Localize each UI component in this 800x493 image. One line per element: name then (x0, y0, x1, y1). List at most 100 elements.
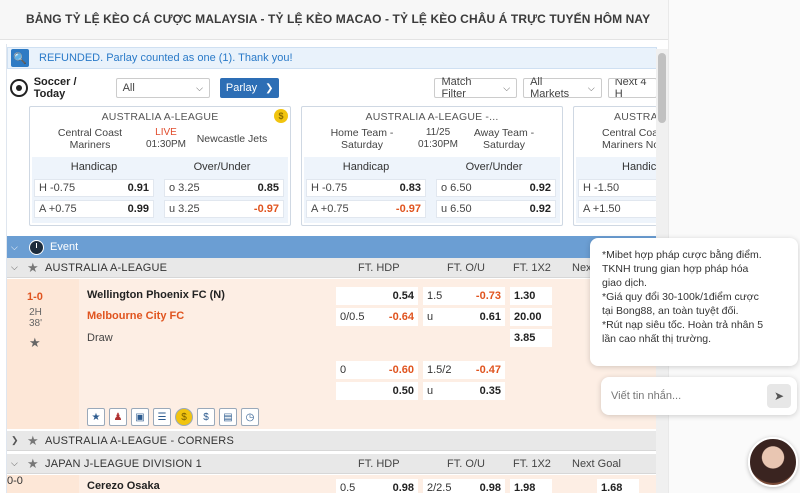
line: u (427, 311, 434, 323)
odds-cell[interactable]: 1.30 (510, 287, 552, 305)
card-odds: Handicap Over/Under H -0.75 0.83 A +0.75 -… (304, 157, 560, 223)
line: A +0.75 (39, 203, 77, 215)
league-row[interactable]: ⌵ ★ AUSTRALIA A-LEAGUE FT. HDP FT. O/U F… (7, 258, 657, 278)
odds-cell[interactable]: u 0.35 (423, 382, 505, 400)
event-bar[interactable]: ⌵ Event (7, 236, 657, 258)
chevron-right-icon: ❯ (11, 435, 19, 445)
home-team: Wellington Phoenix FC (N) (87, 289, 225, 301)
odds-cell[interactable]: A +1.50 (578, 200, 657, 218)
match-info: 1-0 2H 38' ★ (7, 279, 79, 429)
odds: 0.83 (399, 182, 421, 194)
odds-cell[interactable]: 1.5 -0.73 (423, 287, 505, 305)
list-icon[interactable]: ☰ (153, 408, 171, 426)
coin-icon[interactable]: $ (175, 408, 193, 426)
time-range-dropdown[interactable]: Next 4 H (607, 78, 657, 98)
league-name: JAPAN J-LEAGUE DIVISION 1 (45, 457, 203, 470)
avatar[interactable] (748, 437, 798, 487)
match-info: 0-0 (7, 475, 79, 493)
match-filter-label: Match Filter (441, 76, 472, 100)
match-minute: 38' (29, 318, 43, 329)
line: u (427, 385, 434, 397)
odds-cell[interactable]: H -0.75 0.83 (306, 179, 426, 197)
favorite-star-icon[interactable]: ★ (87, 408, 105, 426)
odds-cell[interactable]: u 0.61 (423, 308, 505, 326)
line: 1.5/2 (427, 364, 452, 376)
odds-cell[interactable]: o 3.25 0.85 (164, 179, 284, 197)
line: H -1.50 (583, 182, 620, 194)
league-row[interactable]: ❯ ★ AUSTRALIA A-LEAGUE - CORNERS (7, 431, 657, 451)
odds-cell[interactable]: 0 -0.60 (336, 361, 418, 379)
odds-cell[interactable]: 2/2.5 0.98 (423, 479, 505, 493)
odds-cell[interactable]: H -0.75 0.91 (34, 179, 154, 197)
star-icon[interactable]: ★ (27, 456, 41, 472)
featured-matches: AUSTRALIA A-LEAGUE $ Central Coast Marin… (29, 106, 657, 226)
info-icon: 🔍 (11, 49, 29, 67)
time-range-label: Next 4 H (614, 78, 647, 98)
chat-line: lần cao nhất thị trường. (602, 333, 712, 345)
odds-cell[interactable]: 0/0.5 -0.64 (336, 308, 418, 326)
chat-input[interactable]: Viết tin nhắn... ➤ (601, 377, 797, 415)
player-icon[interactable]: ♟ (109, 408, 127, 426)
line: o 3.25 (169, 182, 200, 194)
card-live-label: LIVE (155, 127, 177, 138)
odds: -0.73 (475, 290, 501, 302)
odds-cell[interactable]: 0.5 0.98 (336, 479, 418, 493)
odds-cell[interactable]: 1.5/2 -0.47 (423, 361, 505, 379)
odds-cell[interactable]: A +0.75 -0.97 (306, 200, 426, 218)
toolbar: Soccer / Today All ⌵ Parlay ❯ Match Filt… (7, 76, 657, 100)
match-row: 1-0 2H 38' ★ Wellington Phoenix FC (N) M… (7, 279, 657, 429)
odds: 0.50 (392, 385, 414, 397)
odds-cell[interactable]: 1.68 (597, 479, 639, 493)
odds-cell[interactable]: o 6.50 0.92 (436, 179, 556, 197)
draw-label: Draw (87, 332, 113, 344)
star-icon[interactable]: ★ (27, 260, 41, 276)
league-row[interactable]: ⌵ ★ JAPAN J-LEAGUE DIVISION 1 FT. HDP FT… (7, 454, 657, 474)
odds: 20.00 (514, 311, 542, 323)
clock-icon[interactable]: ◷ (241, 408, 259, 426)
card-odds: Handicap Over/Under H -0.75 0.91 A +0.75 0… (32, 157, 288, 223)
star-icon[interactable]: ★ (27, 433, 41, 449)
odds-cell[interactable]: 1.98 (510, 479, 552, 493)
all-markets-dropdown[interactable]: All Markets ⌵ (523, 76, 602, 100)
star-icon[interactable]: ★ (29, 335, 41, 351)
ft-ou-header: FT. O/U (447, 261, 485, 274)
all-dropdown[interactable]: All ⌵ (115, 78, 210, 98)
line: 2/2.5 (427, 482, 452, 493)
scrollbar-thumb[interactable] (658, 53, 666, 123)
coin-icon[interactable]: $ (274, 109, 288, 123)
card-status: 11/25 01:30PM (408, 127, 468, 151)
league-name: AUSTRALIA A-LEAGUE (45, 261, 168, 274)
card-time: 01:30PM (417, 139, 459, 150)
parlay-button[interactable]: Parlay ❯ (219, 78, 280, 98)
odds-cell[interactable]: u 3.25 -0.97 (164, 200, 284, 218)
odds: -0.64 (388, 311, 414, 323)
odds-cell[interactable]: u 6.50 0.92 (436, 200, 556, 218)
page-title: BẢNG TỶ LỆ KÈO CÁ CƯỢC MALAYSIA - TỶ LỆ … (0, 0, 668, 40)
odds-cell[interactable]: 0.50 (336, 382, 418, 400)
odds-cell[interactable]: 20.00 (510, 308, 552, 326)
odds-cell[interactable]: 3.85 (510, 329, 552, 347)
chat-line: *Mibet hợp pháp cược bằng điểm. (602, 249, 762, 261)
odds-cell[interactable]: A +0.75 0.99 (34, 200, 154, 218)
match-score: 0-0 (7, 475, 23, 487)
featured-match-card[interactable]: AUSTRALIA Central Coa Mariners No Handic… (573, 106, 657, 226)
dollar-icon[interactable]: $ (197, 408, 215, 426)
match-filter-dropdown[interactable]: Match Filter ⌵ (434, 76, 518, 100)
chevron-down-icon: ⌵ (11, 241, 18, 252)
featured-match-card[interactable]: AUSTRALIA A-LEAGUE -... Home Team - Satu… (301, 106, 563, 226)
ft-ou-header: FT. O/U (447, 457, 485, 470)
odds-cell[interactable]: 0.54 (336, 287, 418, 305)
card-home-team: Home Team - Saturday (330, 127, 394, 151)
odds-cell[interactable]: H -1.50 (578, 179, 657, 197)
send-icon[interactable]: ➤ (767, 384, 791, 408)
odds: -0.97 (395, 203, 421, 215)
chat-input-placeholder: Viết tin nhắn... (611, 390, 682, 402)
odds: -0.97 (253, 203, 279, 215)
odds: -0.60 (388, 364, 414, 376)
notice-banner: 🔍 REFUNDED. Parlay counted as one (1). T… (7, 47, 657, 69)
tv-icon[interactable]: ▣ (131, 408, 149, 426)
away-team: Melbourne City FC (87, 310, 185, 322)
stats-icon[interactable]: ▤ (219, 408, 237, 426)
featured-match-card[interactable]: AUSTRALIA A-LEAGUE $ Central Coast Marin… (29, 106, 291, 226)
ft-hdp-header: FT. HDP (358, 457, 400, 470)
